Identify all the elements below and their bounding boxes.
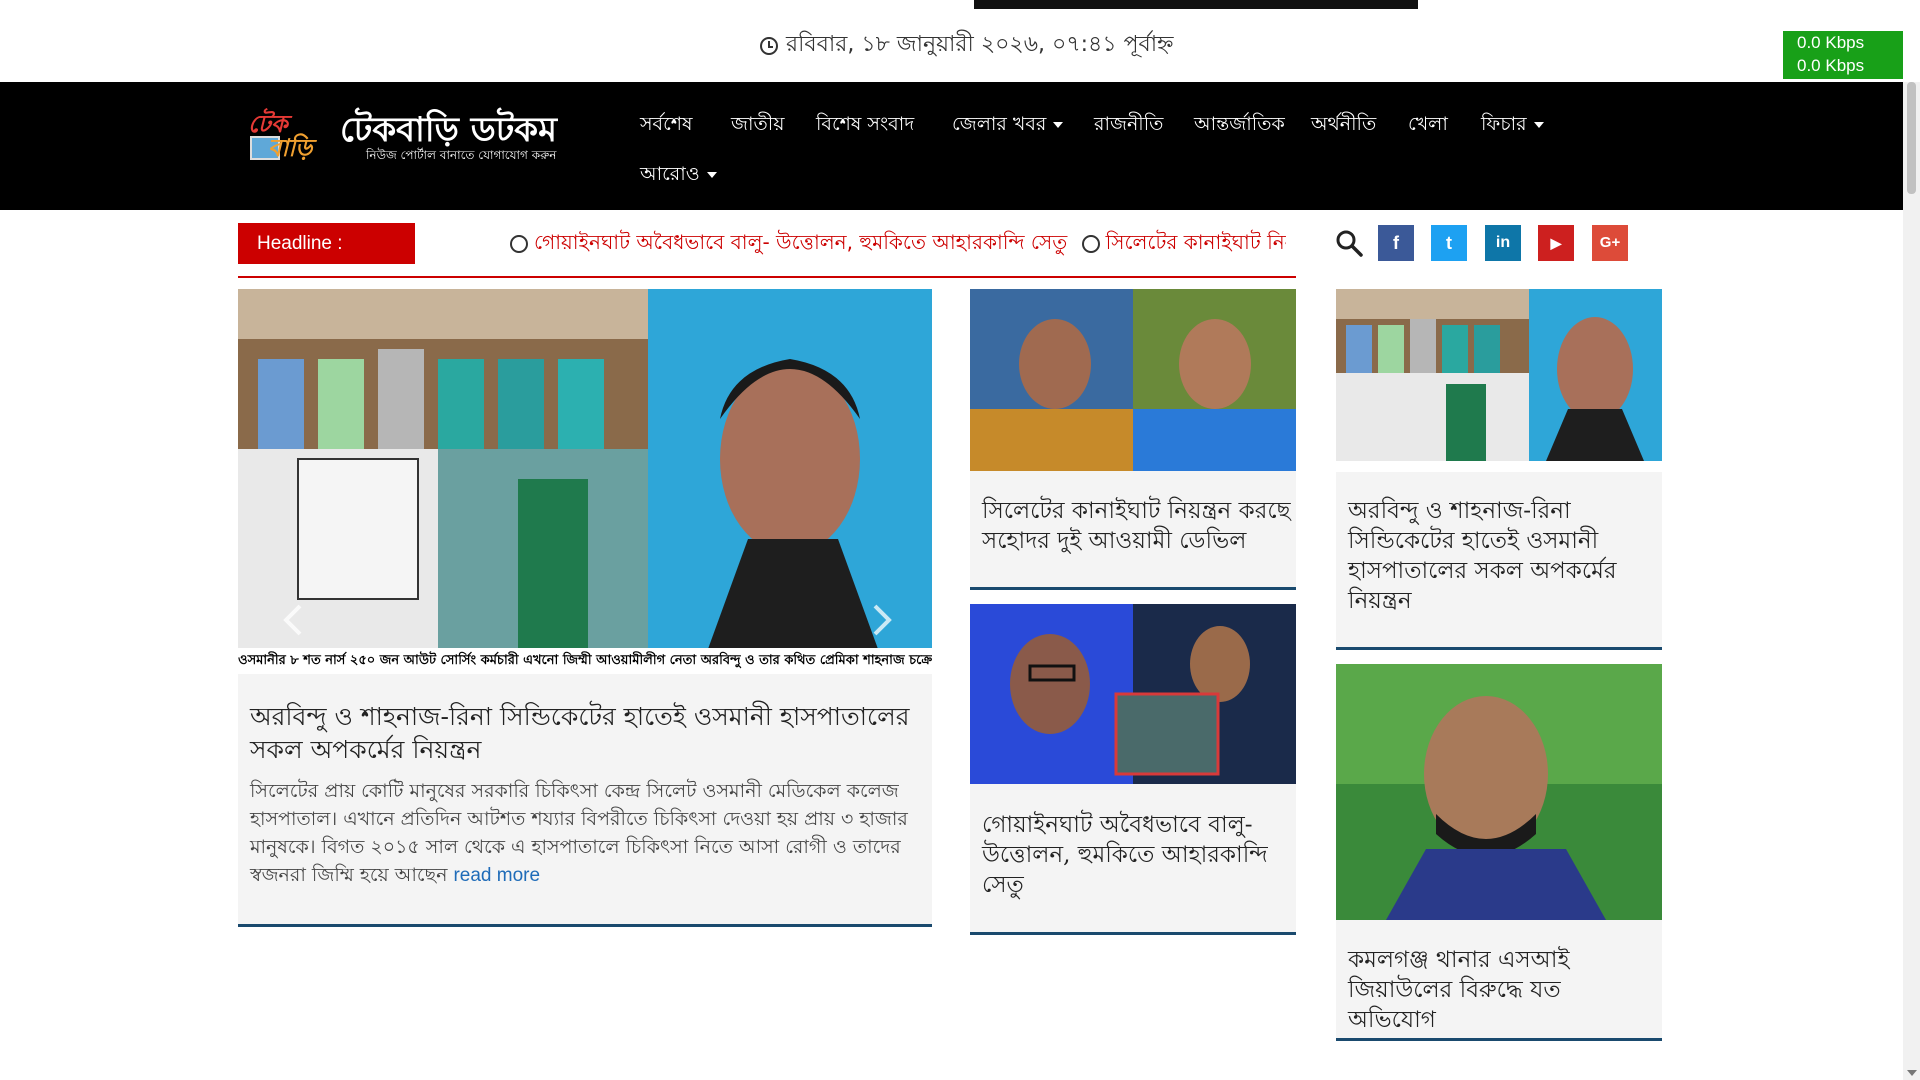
main-story-image[interactable] (238, 289, 932, 649)
download-speed: 0.0 Kbps (1797, 56, 1865, 75)
search-icon[interactable] (1335, 229, 1363, 257)
youtube-icon[interactable]: ▶ (1538, 225, 1574, 261)
middle-story-photo (970, 289, 1296, 471)
headline-ticker[interactable]: গোয়াইনঘাট অবৈধভাবে বালু- উত্তোলন, হুমকি… (510, 228, 1286, 260)
network-speed-widget: 0.0 Kbps 0.0 Kbps (1783, 31, 1903, 79)
right-story-title[interactable]: অরবিন্দু ও শাহনাজ-রিনা সিন্ডিকেটের হাতেই… (1348, 496, 1648, 616)
main-navbar: টেক বাড়ি টেকবাড়ি ডটকম নিউজ পোর্টাল বান… (0, 82, 1920, 210)
top-ad-strip (974, 0, 1418, 9)
card-divider (970, 587, 1296, 590)
middle-story-image[interactable] (970, 289, 1296, 471)
nav-item-politics[interactable]: রাজনীতি (1094, 110, 1163, 142)
facebook-icon[interactable]: f (1378, 225, 1414, 261)
twitter-icon[interactable]: t (1431, 225, 1467, 261)
right-story-title[interactable]: কমলগঞ্জ থানার এসআই জিয়াউলের বিরুদ্ধে যত… (1348, 945, 1648, 1035)
logo-tagline: নিউজ পোর্টাল বানাতে যোগাযোগ করুন (366, 148, 557, 162)
site-logo[interactable]: টেক বাড়ি টেকবাড়ি ডটকম নিউজ পোর্টাল বান… (246, 102, 562, 162)
middle-story-photo (970, 604, 1296, 784)
read-more-link[interactable]: read more (453, 865, 540, 886)
logo-badge: টেক বাড়ি (246, 106, 330, 162)
right-story-image[interactable] (1336, 289, 1662, 472)
excerpt-text: সিলেটের প্রায় কোটি মানুষের সরকারি চিকিৎ… (250, 780, 908, 886)
ticker-item[interactable]: গোয়াইনঘাট অবৈধভাবে বালু- উত্তোলন, হুমকি… (534, 230, 1067, 254)
card-divider (238, 924, 932, 927)
google-plus-icon[interactable]: G+ (1592, 225, 1628, 261)
slider-next-icon[interactable] (871, 603, 893, 637)
date-time-text: রবিবার, ১৮ জানুয়ারী ২০২৬, ০৭:৪১ পূর্বাহ… (786, 32, 1174, 57)
chevron-down-icon (1533, 121, 1544, 128)
ticker-item[interactable]: সিলেটের কানাইঘাট নিয়ন্ত্রন (1106, 230, 1286, 254)
bullet-circle-icon (510, 234, 528, 253)
top-bar: রবিবার, ১৮ জানুয়ারী ২০২৬, ০৭:৪১ পূর্বাহ… (0, 0, 1920, 82)
main-story-caption: ওসমানীর ৮ শত নার্স ২৫০ জন আউট সোর্সিং কর… (238, 648, 932, 674)
nav-item-district-news[interactable]: জেলার খবর (952, 110, 1064, 142)
nav-item-feature[interactable]: ফিচার (1481, 110, 1544, 142)
bullet-circle-icon (1081, 234, 1100, 253)
chevron-down-icon (706, 171, 717, 178)
middle-story-image[interactable] (970, 604, 1296, 784)
right-story-photo (1336, 289, 1662, 472)
right-story-image[interactable] (1336, 664, 1662, 920)
clock-icon (760, 36, 778, 55)
card-divider (970, 932, 1296, 935)
date-time: রবিবার, ১৮ জানুয়ারী ২০২৬, ০৭:৪১ পূর্বাহ… (760, 27, 1174, 64)
chevron-down-icon (1053, 121, 1064, 128)
nav-item-more[interactable]: আরোও (640, 160, 717, 192)
main-story-title[interactable]: অরবিন্দু ও শাহনাজ-রিনা সিন্ডিকেটের হাতেই… (250, 700, 930, 766)
upload-speed: 0.0 Kbps (1797, 33, 1865, 52)
nav-item-special-news[interactable]: বিশেষ সংবাদ (816, 110, 914, 142)
nav-item-international[interactable]: আন্তর্জাতিক (1194, 110, 1285, 142)
headline-label: Headline : (238, 223, 415, 264)
nav-item-latest[interactable]: সর্বশেষ (640, 110, 692, 142)
scroll-down-arrow[interactable] (1907, 1070, 1917, 1076)
slider-prev-icon[interactable] (282, 603, 304, 637)
page-scrollbar[interactable] (1903, 82, 1920, 1080)
logo-badge-bottom: বাড়ি (268, 133, 313, 162)
middle-story-title[interactable]: গোয়াইনঘাট অবৈধভাবে বালু- উত্তোলন, হুমকি… (982, 810, 1282, 900)
nav-item-economy[interactable]: অর্থনীতি (1311, 110, 1376, 142)
nav-item-sports[interactable]: খেলা (1408, 110, 1448, 142)
right-story-photo (1336, 664, 1662, 920)
linkedin-icon[interactable]: in (1485, 225, 1521, 261)
card-divider (1336, 647, 1662, 650)
scrollbar-thumb[interactable] (1907, 82, 1916, 194)
ticker-underline (238, 276, 1296, 278)
card-divider (1336, 1038, 1662, 1041)
middle-story-title[interactable]: সিলেটের কানাইঘাট নিয়ন্ত্রন করছে সহোদর দ… (982, 496, 1294, 556)
main-story-photo (238, 289, 932, 649)
main-story-excerpt: সিলেটের প্রায় কোটি মানুষের সরকারি চিকিৎ… (250, 777, 922, 890)
nav-item-national[interactable]: জাতীয় (731, 110, 784, 142)
